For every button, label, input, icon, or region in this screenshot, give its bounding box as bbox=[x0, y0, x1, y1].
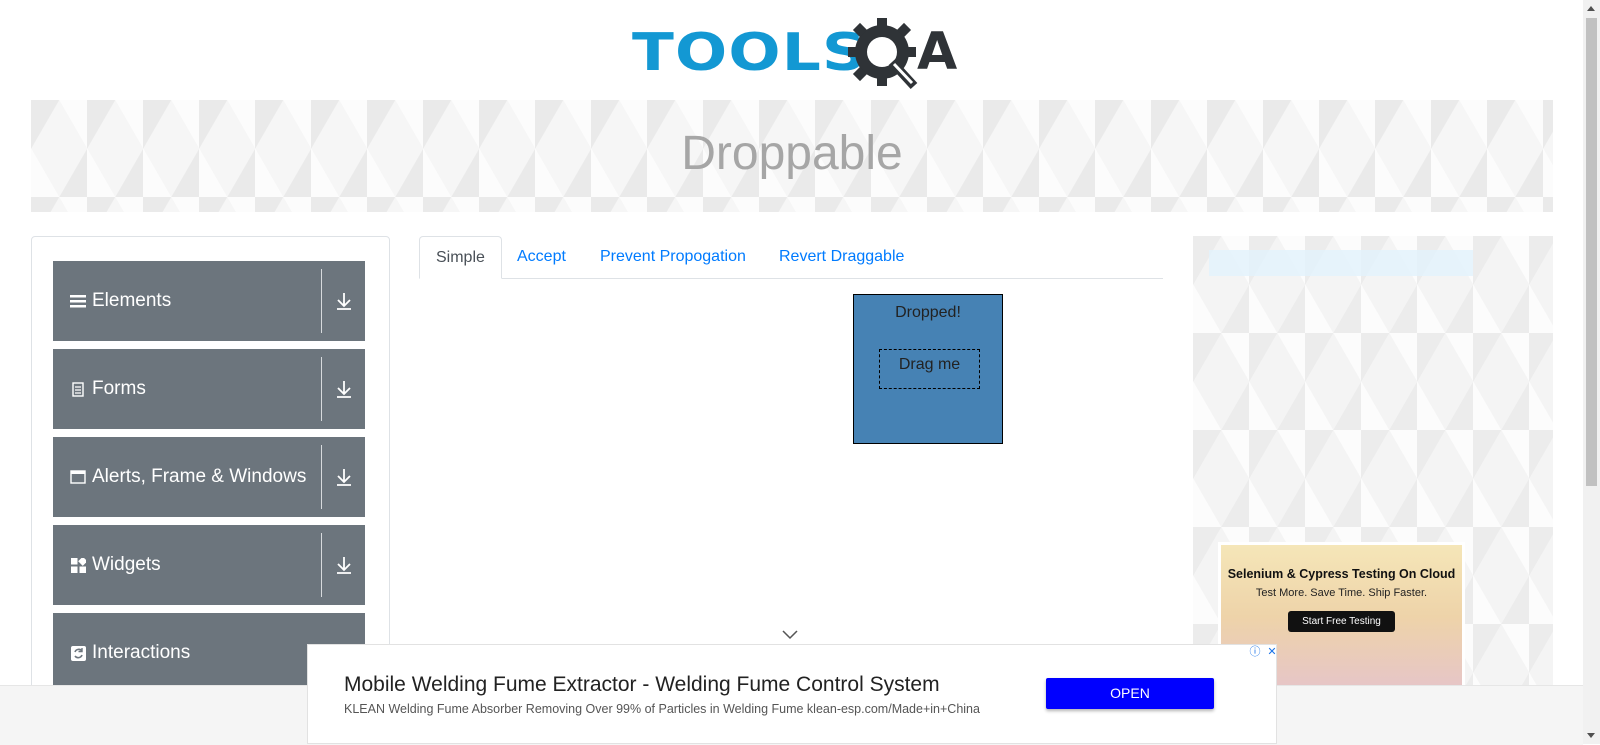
sidebar-group-forms[interactable]: Forms bbox=[53, 349, 365, 429]
divider bbox=[321, 533, 322, 597]
scroll-down-icon[interactable] bbox=[1587, 733, 1595, 738]
start-free-testing-button[interactable]: Start Free Testing bbox=[1288, 611, 1395, 632]
tab-revert-draggable[interactable]: Revert Draggable bbox=[763, 236, 920, 277]
download-arrow-icon[interactable] bbox=[335, 291, 353, 311]
ad-info-icon[interactable]: ⓘ bbox=[1248, 645, 1262, 659]
document-icon bbox=[70, 381, 86, 397]
draggable-box[interactable]: Drag me bbox=[879, 349, 980, 389]
page-banner: Droppable bbox=[31, 100, 1553, 212]
ad-headline: Selenium & Cypress Testing On Cloud bbox=[1227, 567, 1456, 581]
sidebar-group-label: Widgets bbox=[92, 554, 161, 575]
download-arrow-icon[interactable] bbox=[335, 379, 353, 399]
divider bbox=[321, 269, 322, 333]
chevron-down-icon[interactable] bbox=[782, 630, 798, 640]
tab-prevent-propogation[interactable]: Prevent Propogation bbox=[584, 236, 762, 277]
vertical-scrollbar[interactable] bbox=[1583, 0, 1600, 744]
sidebar-group-widgets[interactable]: Widgets bbox=[53, 525, 365, 605]
toolsqa-logo[interactable]: TOOLS A bbox=[632, 14, 957, 92]
ad-controls: ⓘ ✕ bbox=[1248, 645, 1279, 659]
sidebar-group-label: Elements bbox=[92, 290, 172, 311]
sidebar-group-alerts[interactable]: Alerts, Frame & Windows bbox=[53, 437, 365, 517]
sidebar-group-label: Interactions bbox=[92, 642, 191, 663]
ad-description: KLEAN Welding Fume Absorber Removing Ove… bbox=[344, 702, 980, 716]
left-panel: Elements Forms Alerts, Frame & Windows W… bbox=[31, 236, 390, 698]
right-ad-panel: Selenium & Cypress Testing On Cloud Test… bbox=[1193, 236, 1553, 692]
hamburger-icon bbox=[70, 293, 86, 309]
sidebar-group-elements[interactable]: Elements bbox=[53, 261, 365, 341]
download-arrow-icon[interactable] bbox=[335, 555, 353, 575]
drop-target-label: Dropped! bbox=[895, 304, 961, 321]
gear-magnifier-icon bbox=[848, 18, 918, 90]
scroll-thumb[interactable] bbox=[1586, 18, 1597, 486]
tab-accept[interactable]: Accept bbox=[501, 236, 582, 277]
download-arrow-icon[interactable] bbox=[335, 467, 353, 487]
ad-placeholder-strip bbox=[1209, 250, 1473, 276]
page-title: Droppable bbox=[681, 127, 903, 180]
grid-icon bbox=[70, 557, 86, 573]
scroll-up-icon[interactable] bbox=[1587, 6, 1595, 11]
divider bbox=[321, 445, 322, 509]
tab-simple[interactable]: Simple bbox=[419, 236, 502, 279]
tab-bar: Simple Accept Prevent Propogation Revert… bbox=[419, 236, 1163, 279]
open-button[interactable]: OPEN bbox=[1046, 678, 1214, 709]
window-icon bbox=[70, 469, 86, 485]
ad-title[interactable]: Mobile Welding Fume Extractor - Welding … bbox=[344, 673, 940, 697]
close-icon[interactable]: ✕ bbox=[1265, 645, 1279, 659]
logo-text-tools: TOOLS bbox=[632, 23, 868, 83]
sidebar-group-label: Forms bbox=[92, 378, 146, 399]
bottom-ad[interactable]: ⓘ ✕ Mobile Welding Fume Extractor - Weld… bbox=[307, 644, 1277, 744]
ad-subline: Test More. Save Time. Ship Faster. bbox=[1255, 587, 1428, 599]
refresh-icon bbox=[70, 645, 86, 661]
logo-text-a: A bbox=[917, 22, 958, 82]
divider bbox=[321, 357, 322, 421]
sidebar-group-label: Alerts, Frame & Windows bbox=[92, 466, 307, 487]
